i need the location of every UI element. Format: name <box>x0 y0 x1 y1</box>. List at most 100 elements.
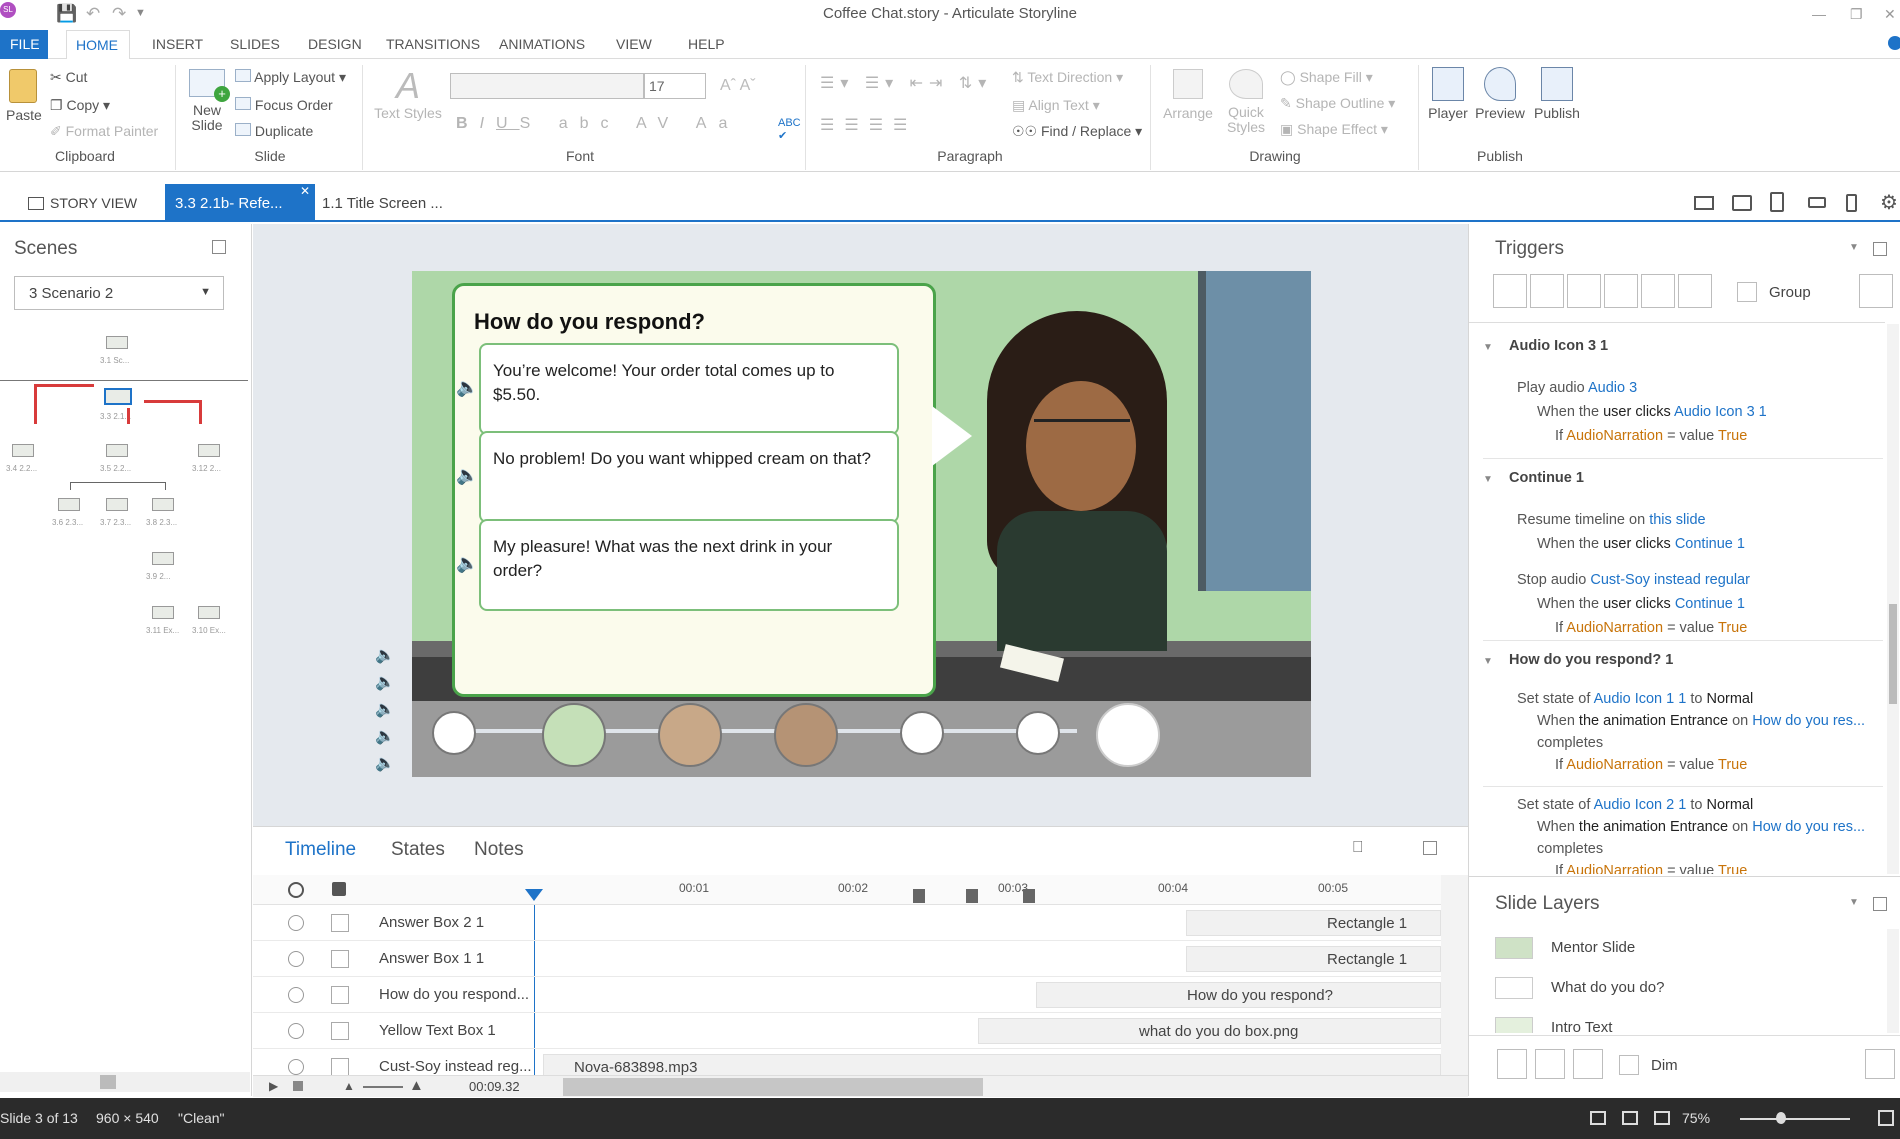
normal-view-icon[interactable] <box>1590 1111 1606 1125</box>
chevron-down-icon[interactable]: ▼ <box>1849 897 1859 908</box>
phone-landscape-icon[interactable] <box>1808 197 1826 208</box>
copy-button[interactable]: ❐ Copy ▾ <box>50 97 110 114</box>
playhead-icon[interactable] <box>525 889 543 901</box>
panel-float-icon[interactable] <box>1423 841 1437 855</box>
tab-transitions[interactable]: TRANSITIONS <box>386 36 480 52</box>
scene-thumb[interactable] <box>106 498 128 511</box>
vertical-scrollbar[interactable] <box>1887 929 1899 1033</box>
find-replace-button[interactable]: ☉☉ Find / Replace ▾ <box>1012 123 1142 140</box>
edit-trigger-icon[interactable] <box>1530 274 1564 308</box>
vertical-scrollbar[interactable] <box>1441 875 1468 1075</box>
cue-marker[interactable] <box>1023 889 1035 903</box>
new-trigger-icon[interactable] <box>1493 274 1527 308</box>
font-family-dropdown[interactable] <box>450 73 644 99</box>
eye-icon[interactable] <box>288 1059 304 1075</box>
tab-states[interactable]: States <box>391 839 445 861</box>
lock-checkbox[interactable] <box>331 986 349 1004</box>
scene-selector-dropdown[interactable]: 3 Scenario 2 ▼ <box>14 276 224 310</box>
slide-canvas[interactable]: How do you respond? You’re welcome! Your… <box>412 271 1311 777</box>
scene-thumb[interactable] <box>198 606 220 619</box>
timeline-row[interactable]: Cust-Soy instead reg... Nova-683898.mp3 <box>253 1049 1441 1075</box>
tab-help[interactable]: HELP <box>688 36 725 52</box>
copy-trigger-icon[interactable] <box>1567 274 1601 308</box>
timeline-bar[interactable]: Rectangle 1 <box>1186 946 1441 972</box>
quick-styles-button[interactable]: Quick Styles <box>1220 69 1272 135</box>
phone-portrait-icon[interactable] <box>1846 194 1857 212</box>
answer-option-1[interactable]: You’re welcome! Your order total comes u… <box>479 343 899 435</box>
preview-view-icon[interactable] <box>1654 1111 1670 1125</box>
speaker-icon[interactable]: 🔈 <box>456 377 478 398</box>
font-formatting-icons[interactable]: BIUS abc AV Aa <box>456 115 739 133</box>
format-painter-button[interactable]: ✐ Format Painter <box>50 123 158 140</box>
scroll-thumb[interactable] <box>563 1078 983 1096</box>
tab-slides[interactable]: SLIDES <box>230 36 280 52</box>
close-tab-icon[interactable]: ✕ <box>300 184 310 198</box>
speaker-icon[interactable]: 🔈 <box>375 696 395 723</box>
zoom-slider[interactable] <box>363 1086 403 1088</box>
eye-icon[interactable] <box>288 882 304 898</box>
trigger-settings-icon[interactable] <box>1859 274 1893 308</box>
shape-effect-button[interactable]: ▣ Shape Effect ▾ <box>1280 121 1388 138</box>
speaker-icon[interactable]: 🔈 <box>375 723 395 750</box>
timeline-bar[interactable]: Nova-683898.mp3 <box>543 1054 1441 1075</box>
scroll-thumb[interactable] <box>100 1075 116 1089</box>
tab-view[interactable]: VIEW <box>616 36 652 52</box>
trigger-section-header[interactable]: ▼ Audio Icon 3 1 <box>1483 338 1608 354</box>
horizontal-scrollbar[interactable] <box>0 1072 250 1092</box>
apply-layout-button[interactable]: Apply Layout ▾ <box>235 69 346 86</box>
vertical-scrollbar[interactable] <box>1887 324 1899 874</box>
tab-insert[interactable]: INSERT <box>152 36 203 52</box>
spellcheck-icon[interactable]: ABC ✔ <box>778 117 801 142</box>
story-view-tab[interactable]: STORY VIEW <box>18 184 147 221</box>
zoom-thumb[interactable] <box>1776 1112 1786 1124</box>
play-icon[interactable]: ▶ <box>269 1079 278 1093</box>
minimize-icon[interactable]: — <box>1812 6 1826 22</box>
tab-timeline[interactable]: Timeline <box>285 839 356 861</box>
speaker-icon[interactable]: 🔈 <box>375 669 395 696</box>
text-styles-button[interactable]: A Text Styles <box>372 67 444 122</box>
duplicate-button[interactable]: Duplicate <box>235 123 313 139</box>
trigger-item[interactable]: Resume timeline on this slide When the u… <box>1517 508 1877 556</box>
stop-icon[interactable] <box>293 1081 303 1091</box>
panel-float-icon[interactable] <box>212 240 226 254</box>
trigger-item[interactable]: Play audio Audio 3 When the user clicks … <box>1517 376 1877 448</box>
trigger-section-header[interactable]: ▼ Continue 1 <box>1483 470 1584 486</box>
eye-icon[interactable] <box>288 1023 304 1039</box>
tab-design[interactable]: DESIGN <box>308 36 362 52</box>
tab-file[interactable]: FILE <box>0 30 48 59</box>
align-text-button[interactable]: ▤ Align Text ▾ <box>1012 97 1100 114</box>
scene-thumb[interactable] <box>152 552 174 565</box>
zoom-out-icon[interactable]: ▲ <box>343 1079 355 1093</box>
shape-fill-button[interactable]: ◯ Shape Fill ▾ <box>1280 69 1373 86</box>
title-screen-tab[interactable]: 1.1 Title Screen ... <box>312 184 453 221</box>
lock-icon[interactable] <box>332 882 346 896</box>
lock-checkbox[interactable] <box>331 914 349 932</box>
panel-float-icon[interactable] <box>1873 242 1887 256</box>
text-direction-button[interactable]: ⇅ Text Direction ▾ <box>1012 69 1123 86</box>
list-format-icons[interactable]: ☰▾ ☰▾ ⇤⇥ ⇅▾ <box>820 73 992 93</box>
eye-icon[interactable] <box>288 951 304 967</box>
font-size-dropdown[interactable]: 17 <box>644 73 706 99</box>
timeline-bar[interactable]: Rectangle 1 <box>1186 910 1441 936</box>
paste-button[interactable]: Paste <box>6 69 42 123</box>
cue-marker[interactable] <box>966 889 978 903</box>
speaker-icon[interactable]: 🔈 <box>375 750 395 777</box>
speaker-icon[interactable]: 🔈 <box>456 553 478 574</box>
scene-thumb[interactable] <box>58 498 80 511</box>
answer-option-2[interactable]: No problem! Do you want whipped cream on… <box>479 431 899 523</box>
scene-thumb[interactable] <box>106 336 128 349</box>
layer-item[interactable]: What do you do? <box>1495 973 1875 1003</box>
scene-thumb[interactable] <box>152 606 174 619</box>
scene-thumb[interactable] <box>198 444 220 457</box>
desktop-view-icon[interactable] <box>1694 196 1714 210</box>
eye-icon[interactable] <box>288 915 304 931</box>
timeline-row[interactable]: How do you respond... How do you respond… <box>253 977 1441 1013</box>
panel-float-icon[interactable] <box>1873 897 1887 911</box>
answer-option-3[interactable]: My pleasure! What was the next drink in … <box>479 519 899 611</box>
lock-checkbox[interactable] <box>331 1022 349 1040</box>
layer-item[interactable]: Intro Text <box>1495 1013 1875 1033</box>
zoom-slider[interactable] <box>1740 1118 1850 1120</box>
delete-layer-icon[interactable] <box>1573 1049 1603 1079</box>
settings-gear-icon[interactable]: ⚙ <box>1880 190 1898 215</box>
scroll-thumb[interactable] <box>1889 604 1897 704</box>
